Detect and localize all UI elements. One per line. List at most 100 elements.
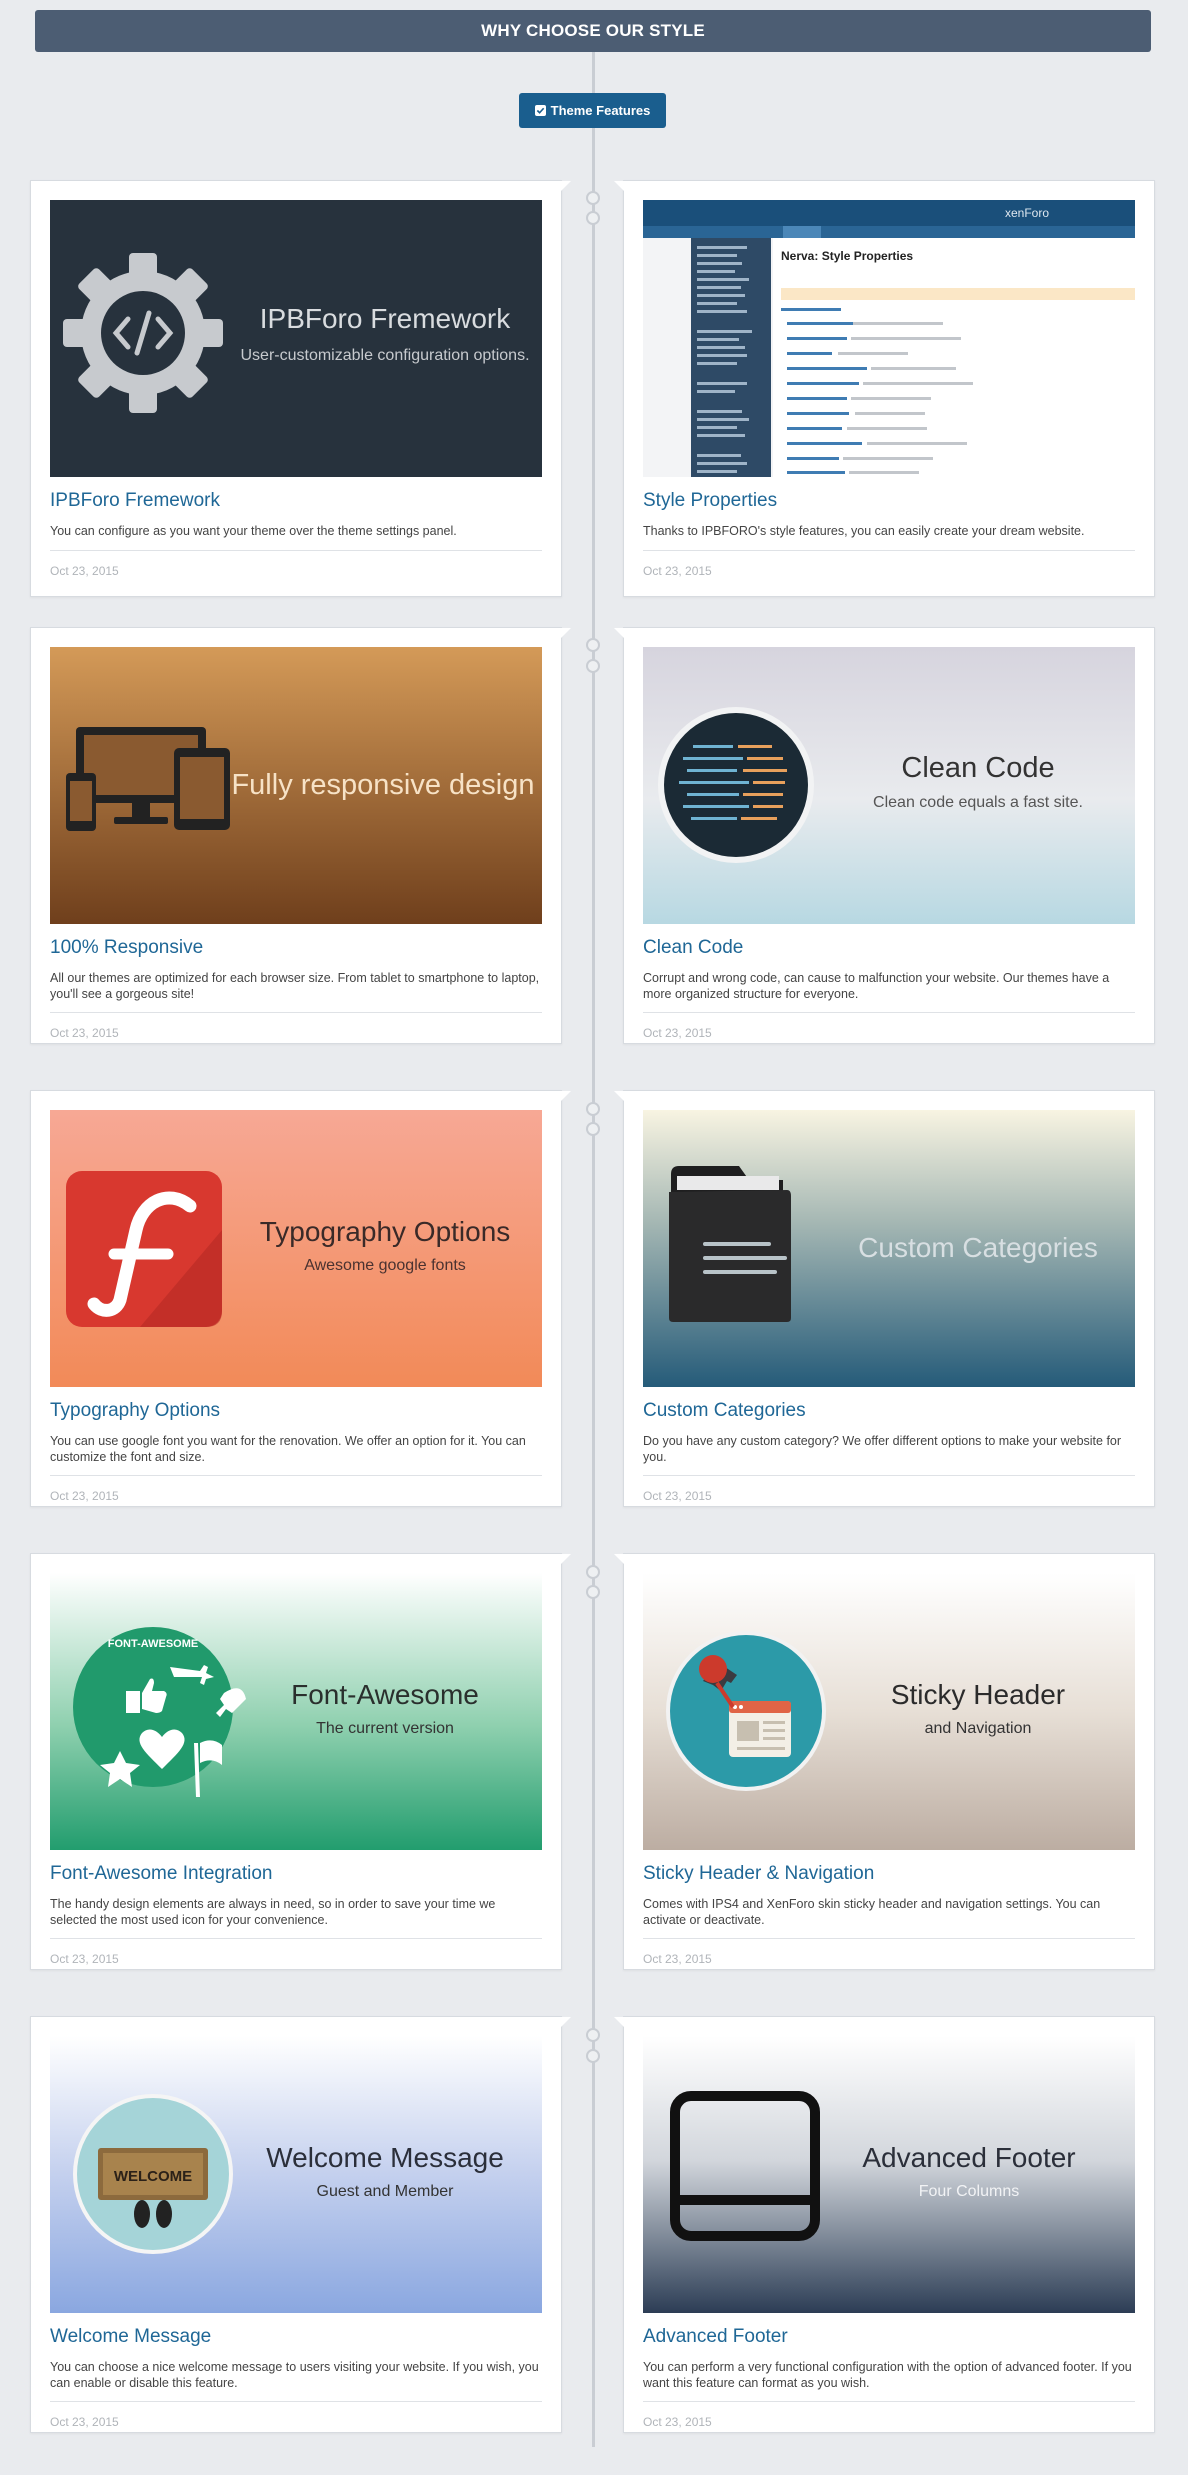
card-title[interactable]: Sticky Header & Navigation	[643, 1863, 874, 1885]
image-subtitle: The current version	[316, 1720, 454, 1737]
image-subtitle: Guest and Member	[317, 2183, 455, 2200]
card-title[interactable]: Clean Code	[643, 937, 743, 959]
card-description: The handy design elements are always in …	[50, 1897, 496, 1927]
card-title[interactable]: IPBForo Fremework	[50, 490, 220, 512]
card-date: Oct 23, 2015	[643, 1489, 712, 1503]
divider	[50, 2401, 542, 2402]
divider	[643, 1475, 1135, 1476]
image-subtitle: User-customizable configuration options.	[240, 347, 529, 364]
card-date: Oct 23, 2015	[50, 2415, 119, 2429]
image-title: Nerva: Style Properties	[781, 249, 913, 263]
timeline-line	[592, 52, 595, 2447]
feature-image[interactable]: FONT-AWESOME Font-Awesome The current ve…	[50, 1573, 542, 1850]
timeline-node	[586, 659, 600, 673]
image-title: Font-Awesome	[291, 1679, 479, 1710]
feature-card-advanced-footer: Advanced Footer Four Columns Advanced Fo…	[614, 2016, 1155, 2433]
card-date: Oct 23, 2015	[643, 1952, 712, 1966]
card-date: Oct 23, 2015	[50, 1489, 119, 1503]
divider	[50, 1012, 542, 1013]
pin-browser-icon	[666, 1631, 826, 1791]
card-title[interactable]: Style Properties	[643, 490, 777, 512]
image-badge: FONT-AWESOME	[108, 1638, 198, 1650]
divider	[643, 1012, 1135, 1013]
timeline-node	[586, 1565, 600, 1579]
code-circle-icon	[658, 707, 814, 863]
section-title: WHY CHOOSE OUR STYLE	[481, 21, 705, 40]
card-date: Oct 23, 2015	[50, 1026, 119, 1040]
timeline-node	[586, 1122, 600, 1136]
card-date: Oct 23, 2015	[643, 1026, 712, 1040]
divider	[50, 550, 542, 551]
card-date: Oct 23, 2015	[50, 1952, 119, 1966]
timeline-node	[586, 191, 600, 205]
feature-image[interactable]: Advanced Footer Four Columns	[643, 2036, 1135, 2313]
divider	[50, 1938, 542, 1939]
image-subtitle: Four Columns	[919, 2183, 1019, 2200]
feature-image[interactable]: Clean Code Clean code equals a fast site…	[643, 647, 1135, 924]
image-badge: WELCOME	[114, 2168, 192, 2185]
feature-card-sticky-header: Sticky Header and Navigation Sticky Head…	[614, 1553, 1155, 1970]
image-subtitle: and Navigation	[925, 1720, 1032, 1737]
feature-card-clean-code: Clean Code Clean code equals a fast site…	[614, 627, 1155, 1044]
check-icon	[534, 105, 546, 116]
image-logo-text: xenForo	[1005, 206, 1049, 220]
devices-icon	[66, 727, 230, 831]
card-description: You can perform a very functional config…	[643, 2360, 1132, 2390]
typography-f-icon	[66, 1171, 222, 1327]
folder-icon	[669, 1166, 791, 1322]
feature-image[interactable]: Custom Categories	[643, 1110, 1135, 1387]
section-header: WHY CHOOSE OUR STYLE	[35, 10, 1151, 52]
feature-card-responsive: Fully responsive design 100% Responsive …	[30, 627, 571, 1044]
card-date: Oct 23, 2015	[643, 564, 712, 578]
image-title: Clean Code	[901, 752, 1054, 784]
image-title: Custom Categories	[858, 1232, 1098, 1263]
card-description: You can use google font you want for the…	[50, 1434, 526, 1464]
card-date: Oct 23, 2015	[643, 2415, 712, 2429]
timeline-node	[586, 2049, 600, 2063]
card-title[interactable]: Advanced Footer	[643, 2326, 788, 2348]
card-title[interactable]: Typography Options	[50, 1400, 220, 1422]
card-description: Comes with IPS4 and XenForo skin sticky …	[643, 1897, 1101, 1927]
feature-card-welcome-message: WELCOME Welcome Message Guest and Member…	[30, 2016, 571, 2433]
divider	[643, 2401, 1135, 2402]
image-title: Sticky Header	[891, 1679, 1065, 1710]
image-title: Fully responsive design	[231, 769, 534, 801]
welcome-mat-icon: WELCOME	[73, 2094, 233, 2254]
image-title: Advanced Footer	[862, 2142, 1075, 2173]
feature-card-style-properties: xenForo Nerva: Style Properties Style Pr…	[614, 180, 1155, 597]
card-title[interactable]: Font-Awesome Integration	[50, 1863, 273, 1885]
card-description: You can configure as you want your theme…	[50, 524, 457, 538]
image-subtitle: Clean code equals a fast site.	[873, 794, 1083, 811]
timeline-node	[586, 638, 600, 652]
card-description: Do you have any custom category? We offe…	[643, 1434, 1122, 1464]
divider	[643, 550, 1135, 551]
feature-image[interactable]: WELCOME Welcome Message Guest and Member	[50, 2036, 542, 2313]
card-date: Oct 23, 2015	[50, 564, 119, 578]
timeline-node	[586, 1585, 600, 1599]
card-title[interactable]: Welcome Message	[50, 2326, 211, 2348]
feature-image[interactable]: Sticky Header and Navigation	[643, 1573, 1135, 1850]
feature-card-font-awesome: FONT-AWESOME Font-Awesome The current ve…	[30, 1553, 571, 1970]
timeline-node	[586, 2028, 600, 2042]
card-description: Thanks to IPBFORO's style features, you …	[643, 524, 1085, 538]
image-subtitle: Awesome google fonts	[304, 1257, 466, 1274]
card-description: You can choose a nice welcome message to…	[50, 2360, 539, 2390]
divider	[643, 1938, 1135, 1939]
divider	[50, 1475, 542, 1476]
feature-card-typography: Typography Options Awesome google fonts …	[30, 1090, 571, 1507]
feature-image[interactable]: Fully responsive design	[50, 647, 542, 924]
feature-card-ipbforo-framework: IPBForo Fremework User-customizable conf…	[30, 180, 571, 597]
theme-features-filter-button[interactable]: Theme Features	[519, 93, 666, 128]
feature-image[interactable]: IPBForo Fremework User-customizable conf…	[50, 200, 542, 477]
timeline-node	[586, 211, 600, 225]
feature-image[interactable]: xenForo Nerva: Style Properties	[643, 200, 1135, 477]
image-title: Welcome Message	[266, 2142, 504, 2173]
card-title[interactable]: 100% Responsive	[50, 937, 203, 959]
card-title[interactable]: Custom Categories	[643, 1400, 806, 1422]
timeline-node	[586, 1102, 600, 1116]
feature-card-custom-categories: Custom Categories Custom Categories Do y…	[614, 1090, 1155, 1507]
card-description: Corrupt and wrong code, can cause to mal…	[643, 971, 1110, 1001]
card-description: All our themes are optimized for each br…	[50, 971, 540, 1001]
image-title: Typography Options	[260, 1216, 511, 1247]
feature-image[interactable]: Typography Options Awesome google fonts	[50, 1110, 542, 1387]
